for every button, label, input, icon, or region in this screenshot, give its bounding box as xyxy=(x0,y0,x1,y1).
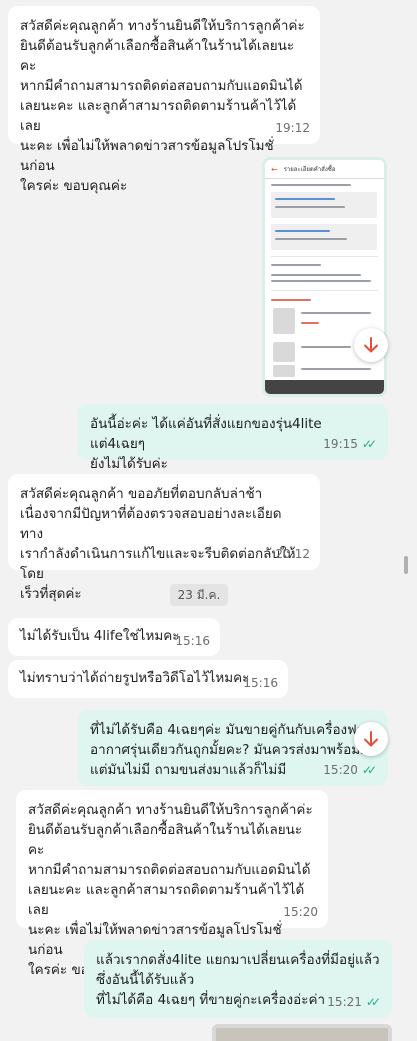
arrow-down-icon xyxy=(364,337,378,353)
message-incoming[interactable]: สวัสดีค่ะคุณลูกค้า ทางร้านยินดีให้บริการ… xyxy=(8,6,320,194)
back-arrow-icon: ← xyxy=(271,164,278,174)
double-check-icon: ✓✓ xyxy=(361,437,377,451)
message-meta: 19:12 xyxy=(275,118,310,138)
message-text: สวัสดีค่ะคุณลูกค้า ขออภัยที่ตอบกลับล่าช้… xyxy=(20,486,296,602)
scrollbar-thumb[interactable] xyxy=(404,556,408,574)
screenshot-header: ← รายละเอียดคำสั่งซื้อ xyxy=(265,160,384,179)
message-incoming[interactable]: ไม่ได้รับเป็น 4lifeใช่ไหมคะ 15:16 xyxy=(8,618,220,656)
double-check-icon: ✓✓ xyxy=(361,763,377,777)
message-meta: 15:20 xyxy=(283,902,318,922)
message-outgoing[interactable]: แล้วเรากดสั่ง4lite แยกมาเปลี่ยนเครื่องที… xyxy=(84,940,392,1018)
screenshot-title: รายละเอียดคำสั่งซื้อ xyxy=(283,166,336,173)
message-time: 19:15 xyxy=(323,437,358,451)
message-text: ไม่ทราบว่าได้ถ่ายรูปหรือวิดีโอไว้ไหมคะ xyxy=(20,670,250,686)
message-incoming[interactable]: สวัสดีค่ะคุณลูกค้า ทางร้านยินดีให้บริการ… xyxy=(16,790,328,978)
message-outgoing[interactable]: ที่ไม่ได้รับคือ 4เฉยๆค่ะ มันขายคู่กันกับ… xyxy=(78,710,388,786)
message-time: 15:20 xyxy=(283,905,318,919)
message-meta: 20:12 xyxy=(275,544,310,564)
message-time: 19:12 xyxy=(275,121,310,135)
message-outgoing[interactable]: อันนี้อ่ะค่ะ ได้แค่อันที่สั่งแยกของรุ่น4… xyxy=(78,404,388,472)
arrow-down-icon xyxy=(364,731,378,747)
message-incoming[interactable]: สวัสดีค่ะคุณลูกค้า ขออภัยที่ตอบกลับล่าช้… xyxy=(8,474,320,602)
screenshot-footer xyxy=(265,380,384,394)
message-time: 15:16 xyxy=(243,676,278,690)
image-thumbnail xyxy=(216,1028,388,1041)
double-check-icon: ✓✓ xyxy=(365,995,381,1009)
message-meta: 15:21 ✓✓ xyxy=(327,992,382,1012)
message-meta: 15:20 ✓✓ xyxy=(323,760,378,780)
scroll-down-button[interactable] xyxy=(354,328,388,362)
message-time: 20:12 xyxy=(275,547,310,561)
message-meta: 15:16 xyxy=(243,673,278,693)
scroll-down-button[interactable] xyxy=(354,722,388,756)
message-time: 15:21 xyxy=(327,995,362,1009)
message-incoming[interactable]: ไม่ทราบว่าได้ถ่ายรูปหรือวิดีโอไว้ไหมคะ 1… xyxy=(8,660,288,698)
message-image-partial[interactable] xyxy=(212,1024,392,1041)
message-time: 15:20 xyxy=(323,763,358,777)
date-separator: 23 มี.ค. xyxy=(170,584,228,606)
message-time: 15:16 xyxy=(175,634,210,648)
message-meta: 19:15 ✓✓ xyxy=(323,434,378,454)
message-meta: 15:16 xyxy=(175,631,210,651)
